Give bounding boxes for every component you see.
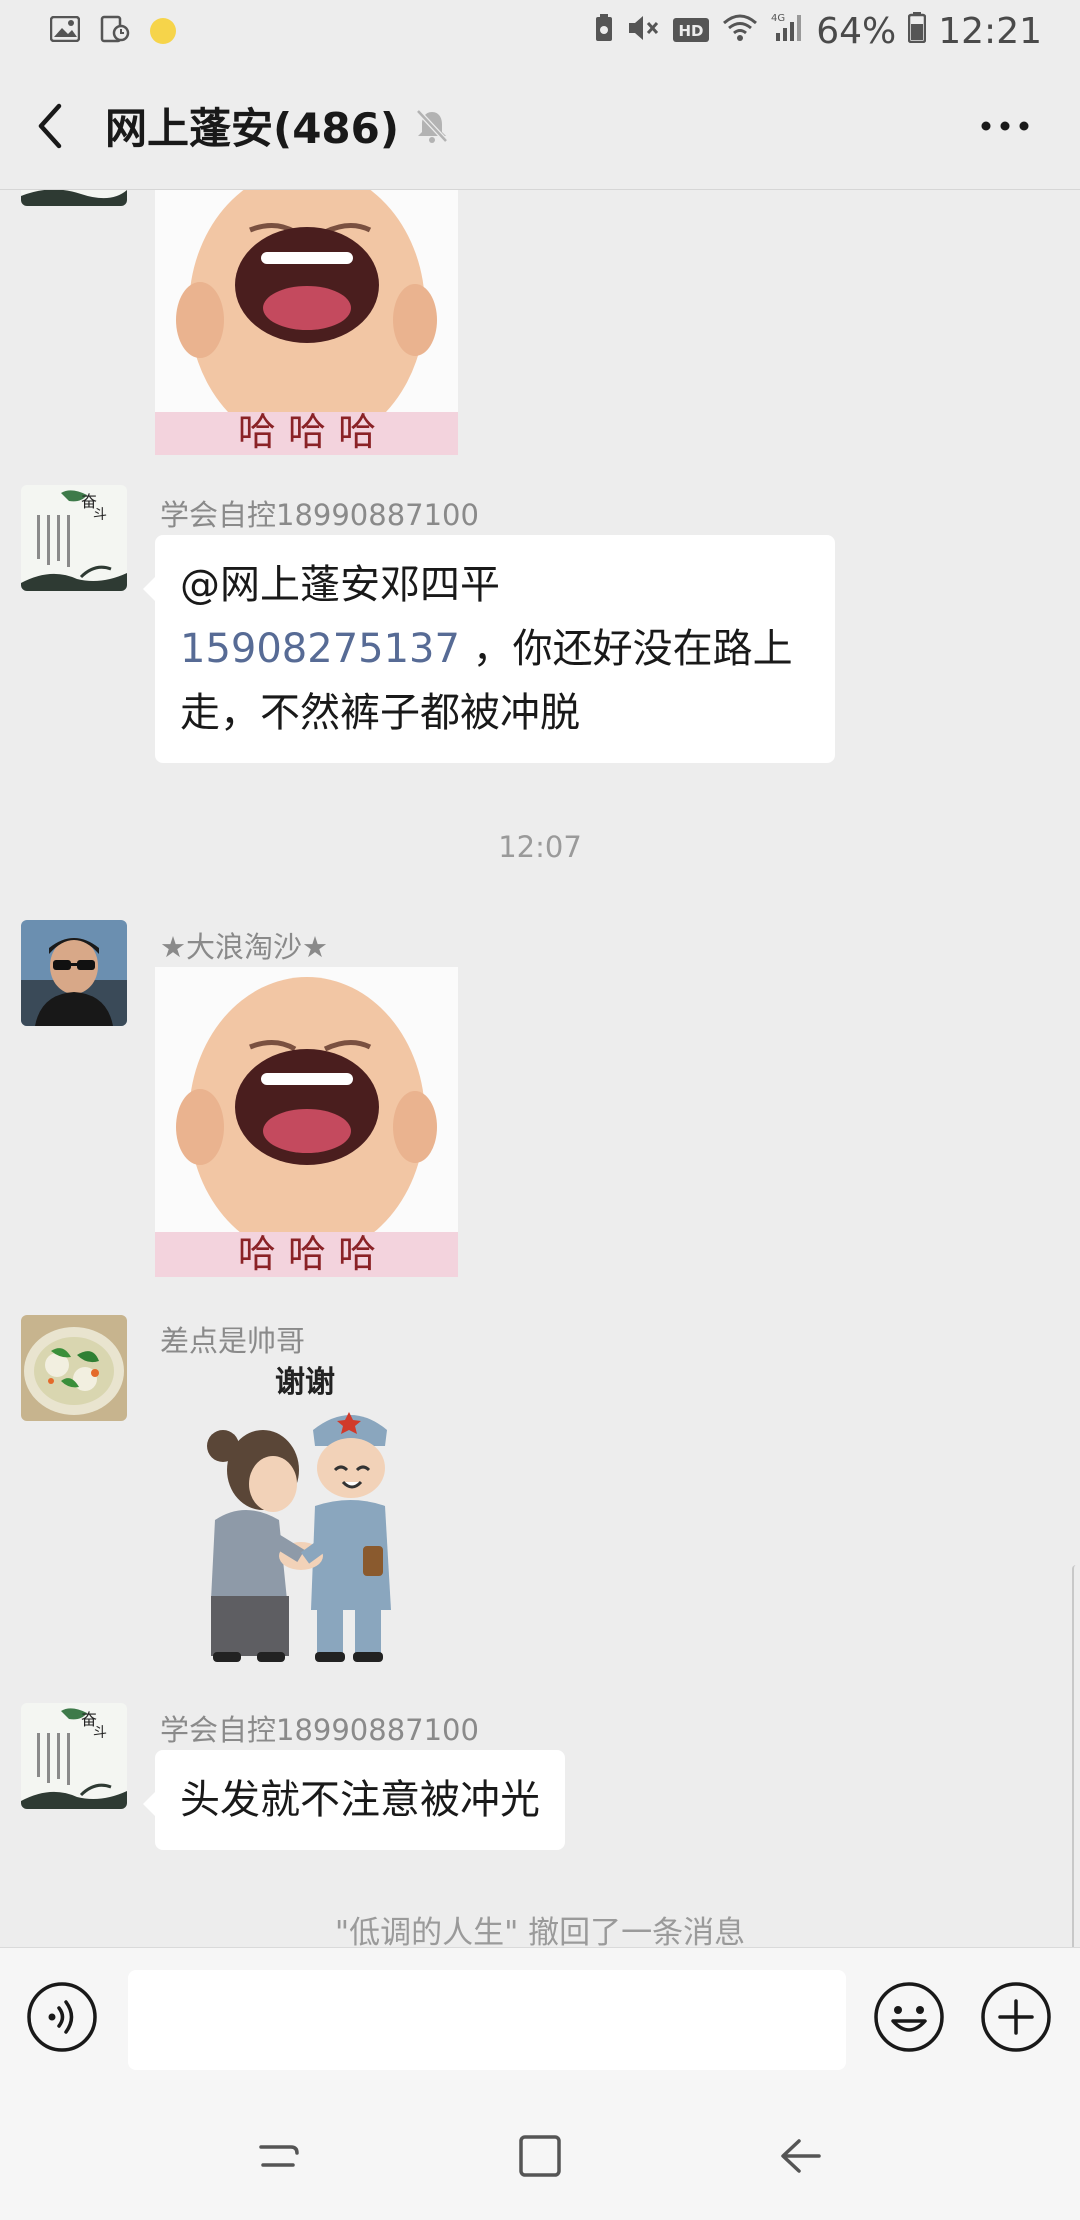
more-dots-icon (981, 121, 1029, 130)
sender-name: ★大浪淘沙★ (160, 930, 328, 964)
avatar[interactable] (21, 190, 127, 206)
svg-text:斗: 斗 (93, 1725, 107, 1741)
battery-saver-icon (594, 11, 614, 52)
phone-link[interactable]: 15908275137 (180, 626, 460, 672)
chat-title: 网上蓬安(486) (105, 104, 400, 153)
fendou-calligraphy-avatar: 奋 斗 (21, 485, 127, 591)
wifi-icon (722, 11, 758, 52)
more-options-button[interactable] (970, 91, 1040, 161)
message-text: ，你还好没在路上 (459, 626, 793, 672)
chat-message-list[interactable]: 哈 哈 哈 奋 斗 学会自控18990887100 @网上蓬安邓四平 15908… (0, 190, 1080, 1947)
gallery-icon (49, 15, 81, 46)
svg-text:哈 哈 哈: 哈 哈 哈 (238, 1232, 376, 1276)
vegetable-soup-avatar (21, 1315, 127, 1421)
svg-text:谢谢: 谢谢 (275, 1365, 335, 1400)
voice-icon (27, 1982, 97, 2052)
status-bar: HD 4G 64% 12:21 (0, 0, 1080, 62)
sticker-message[interactable]: 哈 哈 哈 (155, 190, 458, 455)
recent-apps-icon (259, 2145, 299, 2167)
system-navigation-bar (0, 2092, 1080, 2220)
mute-volume-icon (626, 11, 660, 52)
svg-text:斗: 斗 (93, 507, 107, 523)
battery-icon (908, 11, 927, 52)
signal-4g-icon: 4G (770, 11, 804, 52)
laughing-baby-sticker: 哈 哈 哈 (155, 190, 458, 455)
back-button[interactable] (0, 62, 100, 190)
message-input[interactable] (128, 1970, 846, 2070)
message-line: @网上蓬安邓四平 (180, 553, 810, 617)
screen-clock-icon (100, 15, 130, 47)
input-bar (0, 1947, 1080, 2092)
chat-header: 网上蓬安(486) (0, 62, 1080, 190)
avatar[interactable] (21, 1315, 127, 1421)
home-icon (519, 2135, 561, 2177)
hd-voice-icon: HD (672, 11, 710, 52)
fendou-calligraphy-avatar (21, 190, 127, 206)
emoji-icon (874, 1982, 944, 2052)
sticker-message[interactable]: 谢谢 (155, 1360, 458, 1680)
mention[interactable]: @网上蓬安邓四平 (180, 562, 500, 608)
battery-percent: 64% (816, 10, 897, 52)
clock: 12:21 (938, 10, 1042, 52)
sender-name: 学会自控18990887100 (160, 1713, 479, 1747)
sender-name: 差点是帅哥 (160, 1324, 306, 1358)
timestamp: 12:07 (498, 830, 582, 864)
recall-notice: "低调的人生" 撤回了一条消息 (334, 1915, 746, 1947)
handshake-soldier-sticker: 谢谢 (155, 1360, 458, 1680)
voice-button[interactable] (26, 1981, 98, 2053)
message-line: 15908275137 ，你还好没在路上 (180, 617, 810, 681)
message-line: 走，不然裤子都被冲脱 (180, 690, 580, 736)
sender-name: 学会自控18990887100 (160, 498, 479, 532)
scrollbar[interactable] (1072, 1565, 1080, 1947)
sticker-message[interactable]: 哈 哈 哈 (155, 967, 458, 1277)
svg-text:哈 哈 哈: 哈 哈 哈 (238, 410, 376, 454)
back-icon (781, 2139, 821, 2173)
more-features-button[interactable] (980, 1981, 1052, 2053)
svg-text:HD: HD (679, 22, 704, 40)
plus-icon (981, 1982, 1051, 2052)
muted-bell-icon (415, 108, 449, 144)
man-sunglasses-avatar (21, 920, 127, 1026)
message-bubble[interactable]: 头发就不注意被冲光 (143, 1750, 565, 1850)
system-back-button[interactable] (755, 2111, 845, 2201)
emoji-button[interactable] (873, 1981, 945, 2053)
recent-apps-button[interactable] (235, 2111, 325, 2201)
home-button[interactable] (495, 2111, 585, 2201)
weather-sun-icon (150, 18, 176, 44)
message-bubble[interactable]: @网上蓬安邓四平 15908275137 ，你还好没在路上 走，不然裤子都被冲脱 (143, 535, 835, 763)
avatar[interactable]: 奋 斗 (21, 485, 127, 591)
avatar[interactable]: 奋 斗 (21, 1703, 127, 1809)
chevron-left-icon (38, 103, 62, 148)
avatar[interactable] (21, 920, 127, 1026)
laughing-baby-sticker: 哈 哈 哈 (155, 967, 458, 1277)
svg-text:4G: 4G (771, 13, 785, 24)
fendou-calligraphy-avatar: 奋 斗 (21, 1703, 127, 1809)
message-text: 头发就不注意被冲光 (180, 1777, 540, 1823)
